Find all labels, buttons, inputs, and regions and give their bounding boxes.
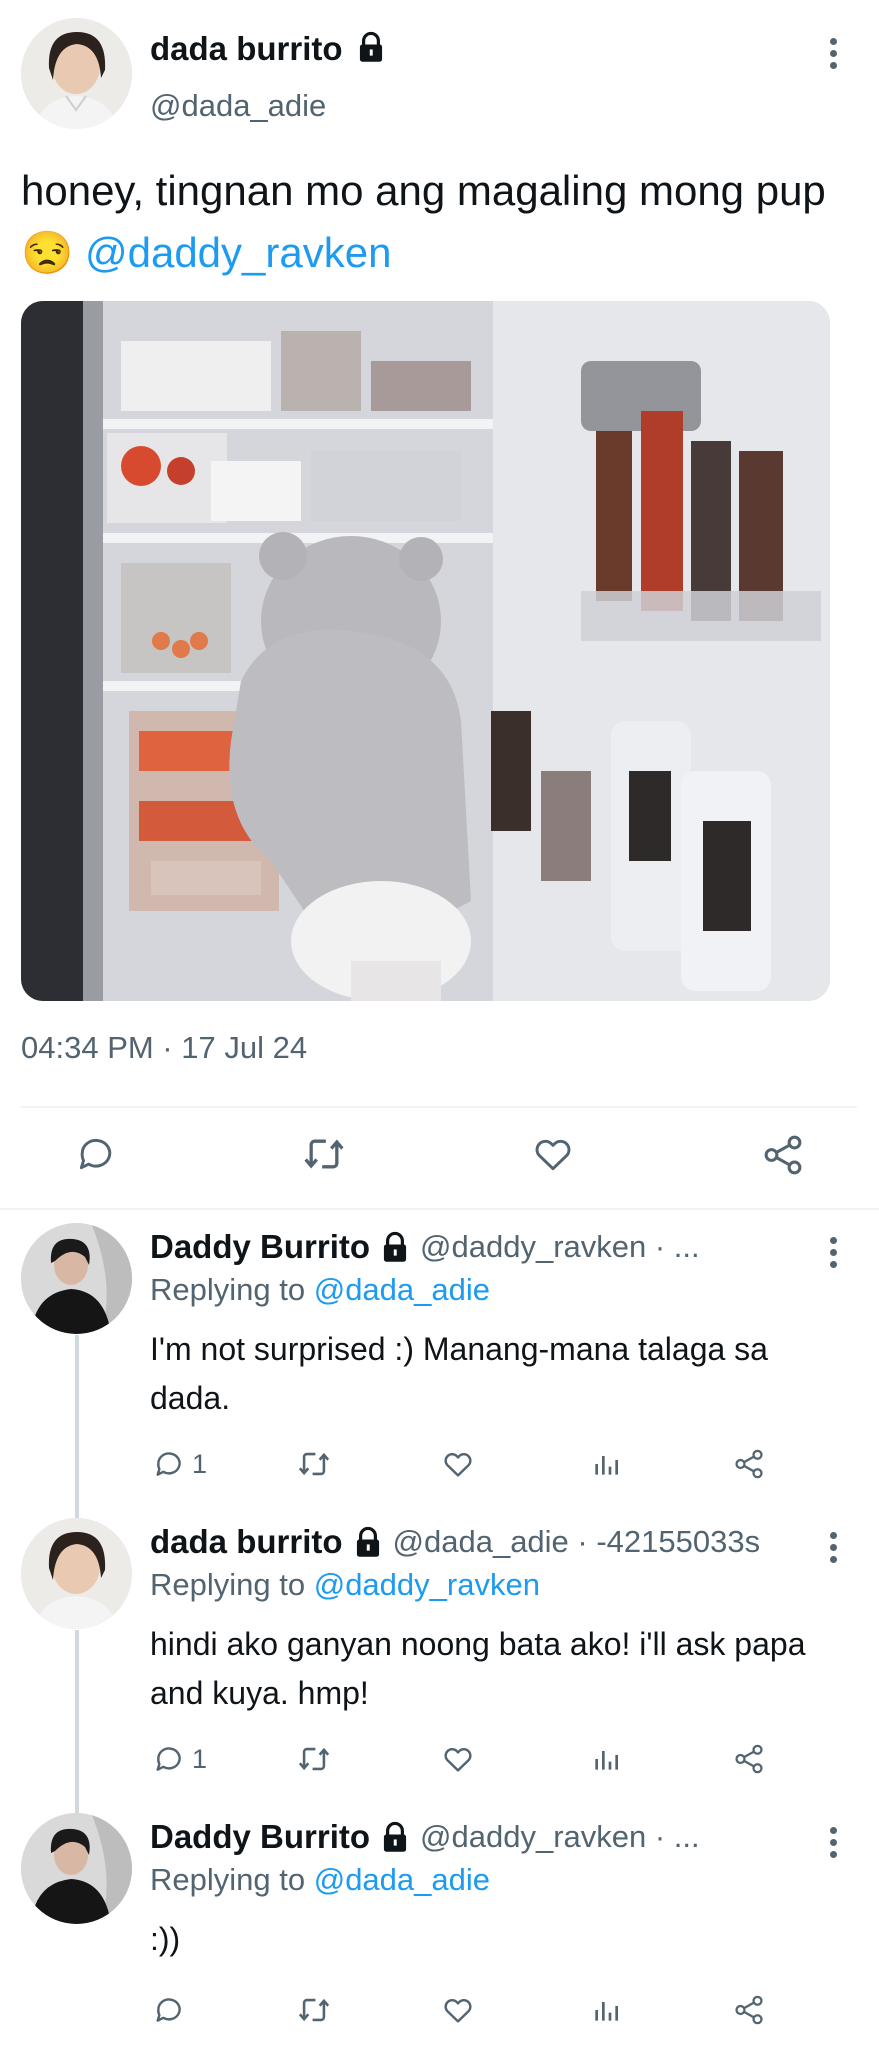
reply-count: 1 [192, 1743, 208, 1774]
author-handle[interactable]: @dada_adie · -42155033s [393, 1524, 761, 1560]
lock-icon [383, 1231, 407, 1262]
author-name[interactable]: dada burrito [150, 1523, 343, 1561]
avatar[interactable] [21, 1223, 132, 1334]
divider [0, 1208, 879, 1210]
author-name[interactable]: Daddy Burrito [150, 1228, 370, 1266]
retweet-icon[interactable] [295, 1993, 333, 2027]
retweet-icon[interactable] [300, 1132, 348, 1176]
reply-text: :)) [150, 1921, 181, 1957]
replying-to-link[interactable]: @dada_adie [314, 1862, 490, 1897]
analytics-icon[interactable] [590, 1742, 622, 1776]
lock-icon [359, 31, 382, 62]
heart-icon[interactable] [440, 1993, 476, 2027]
lock-icon [383, 1821, 407, 1852]
tweet-timestamp[interactable]: 04:34 PM · 17 Jul 24 [21, 1030, 307, 1066]
retweet-icon[interactable] [295, 1447, 333, 1481]
comment-button[interactable]: 1 [152, 1742, 207, 1776]
avatar-photo [21, 1223, 132, 1334]
reply-text: I'm not surprised :) Manang-mana talaga … [150, 1331, 768, 1416]
reply-header: Daddy Burrito @daddy_ravken · ... [150, 1818, 700, 1856]
reply-text: hindi ako ganyan noong bata ako! i'll as… [150, 1626, 806, 1711]
main-action-bar [0, 1130, 879, 1186]
heart-icon[interactable] [440, 1742, 476, 1776]
comment-icon[interactable] [74, 1132, 118, 1176]
more-options-icon[interactable] [828, 1532, 838, 1563]
replying-to-link[interactable]: @daddy_ravken [314, 1567, 540, 1602]
author-name[interactable]: dada burrito [150, 30, 386, 68]
avatar[interactable] [21, 18, 132, 129]
comment-icon [156, 1452, 181, 1476]
avatar-photo [21, 1518, 132, 1629]
replying-to-link[interactable]: @dada_adie [314, 1272, 490, 1307]
avatar[interactable] [21, 1518, 132, 1629]
reply-action-bar: 1 [150, 1742, 770, 1782]
avatar[interactable] [21, 1813, 132, 1924]
thread-line [75, 1335, 79, 1518]
share-icon[interactable] [732, 1993, 766, 2027]
photo-fridge-baby [21, 301, 830, 1001]
reply-action-bar: 1 [150, 1447, 770, 1487]
reply-header: dada burrito @dada_adie · -42155033s [150, 1523, 760, 1561]
avatar-photo [21, 18, 132, 129]
comment-button[interactable] [152, 1993, 192, 2027]
emoji: 😒 [21, 229, 74, 276]
comment-button[interactable]: 1 [152, 1447, 207, 1481]
replying-to: Replying to @daddy_ravken [150, 1567, 540, 1603]
heart-icon[interactable] [440, 1447, 476, 1481]
replying-to: Replying to @dada_adie [150, 1272, 490, 1308]
share-icon[interactable] [732, 1447, 766, 1481]
comment-icon [156, 1998, 181, 2022]
author-name[interactable]: Daddy Burrito [150, 1818, 370, 1856]
retweet-icon[interactable] [295, 1742, 333, 1776]
more-options-icon[interactable] [828, 1237, 838, 1268]
reply-header: Daddy Burrito @daddy_ravken · ... [150, 1228, 700, 1266]
share-icon[interactable] [732, 1742, 766, 1776]
replying-to: Replying to @dada_adie [150, 1862, 490, 1898]
tweet-media-image[interactable] [21, 301, 830, 1001]
heart-icon[interactable] [530, 1132, 576, 1176]
mention-link[interactable]: @daddy_ravken [85, 229, 392, 276]
more-options-icon[interactable] [828, 1827, 838, 1858]
comment-icon [156, 1747, 181, 1771]
share-icon[interactable] [760, 1132, 806, 1178]
author-handle[interactable]: @daddy_ravken · ... [420, 1229, 700, 1265]
author-handle[interactable]: @daddy_ravken · ... [420, 1819, 700, 1855]
reply-count: 1 [192, 1448, 208, 1479]
avatar-photo [21, 1813, 132, 1924]
divider [21, 1106, 857, 1108]
analytics-icon[interactable] [590, 1993, 622, 2027]
author-handle[interactable]: @dada_adie [150, 88, 326, 124]
replying-label: Replying to [150, 1567, 306, 1602]
thread-line [75, 1630, 79, 1815]
tweet-text: honey, tingnan mo ang magaling mong pup … [21, 160, 861, 284]
tweet-text-line: honey, tingnan mo ang magaling mong pup [21, 167, 826, 214]
analytics-icon[interactable] [590, 1447, 622, 1481]
replying-label: Replying to [150, 1862, 306, 1897]
more-options-icon[interactable] [828, 38, 838, 69]
replying-label: Replying to [150, 1272, 306, 1307]
lock-icon [356, 1526, 379, 1557]
reply-action-bar [150, 1993, 770, 2033]
